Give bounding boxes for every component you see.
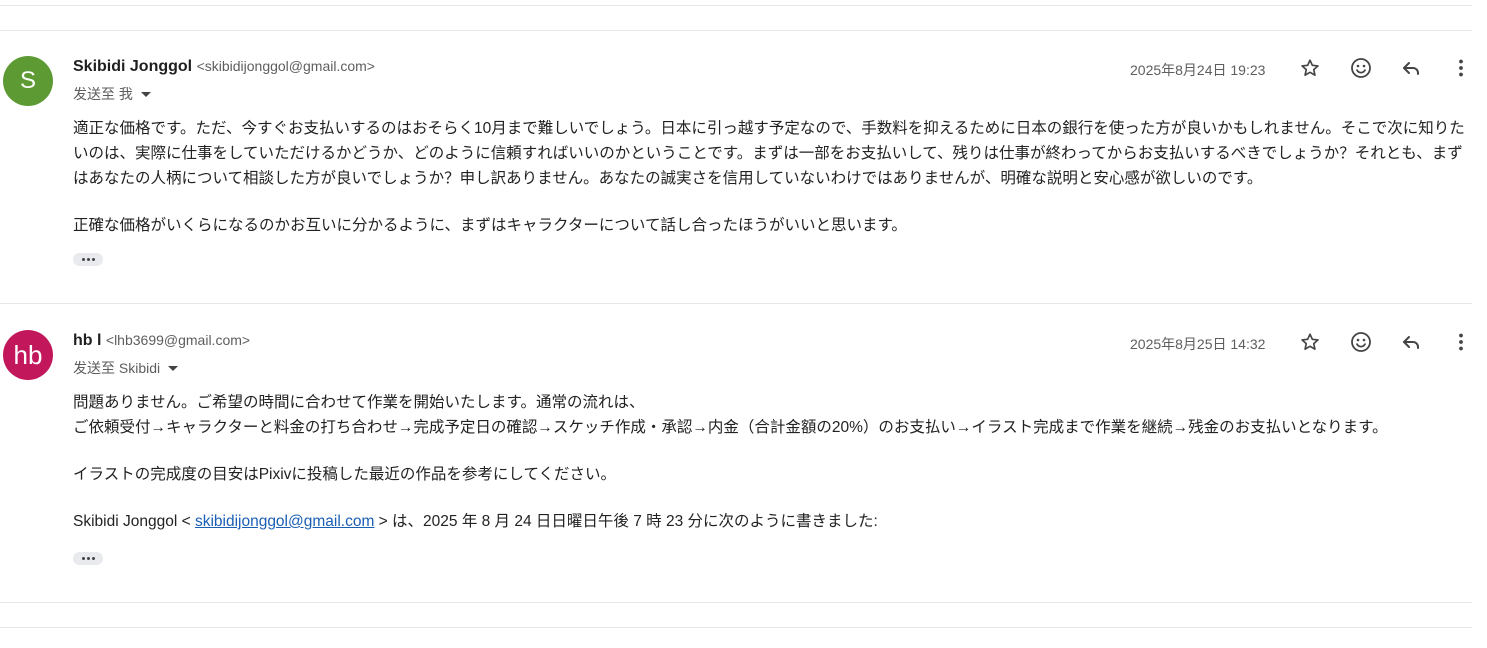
quote-suffix: > は、2025 年 8 月 24 日日曜日午後 7 時 23 分に次のように書… [374,513,878,530]
sender-email: <skibidijonggol@gmail.com> [196,58,375,74]
chevron-down-icon[interactable] [168,365,179,371]
recipient-dropdown[interactable]: 发送至 我 [73,84,151,104]
recipient-dropdown[interactable]: 发送至 Skibidi [73,358,179,378]
message-date: 2025年8月25日 14:32 [1130,336,1266,352]
body-line: 問題ありません。ご希望の時間に合わせて作業を開始いたします。通常の流れは、 [73,394,645,411]
divider [0,602,1472,603]
reply-icon[interactable] [1399,56,1423,80]
recipient-label: 发送至 我 [73,86,133,102]
sender-avatar[interactable]: S [3,56,53,106]
quoted-email-link[interactable]: skibidijonggol@gmail.com [195,513,374,530]
body-paragraph: イラストの完成度の目安はPixivに投稿した最近の作品を参考にしてください。 [73,466,616,483]
bottom-divider [0,627,1472,628]
body-paragraph: 適正な価格です。ただ、今すぐお支払いするのはおそらく10月まで難しいでしょう。日… [73,120,1465,187]
emoji-reaction-icon[interactable] [1349,56,1373,80]
star-icon[interactable] [1298,56,1322,80]
divider [0,30,1472,31]
more-vert-icon[interactable] [1449,56,1473,80]
show-trimmed-content-button[interactable] [73,253,103,266]
sender-name[interactable]: hb l [73,332,101,349]
show-trimmed-content-button[interactable] [73,552,103,565]
message-date: 2025年8月24日 19:23 [1130,62,1266,78]
sender-avatar[interactable]: hb [3,330,53,380]
body-paragraph: 正確な価格がいくらになるのかお互いに分かるように、まずはキャラクターについて話し… [73,217,907,234]
sender-line: Skibidi Jonggol <skibidijonggol@gmail.co… [73,58,375,76]
more-vert-icon[interactable] [1449,330,1473,354]
star-icon[interactable] [1298,330,1322,354]
quote-prefix: Skibidi Jonggol < [73,513,195,530]
recipient-label: 发送至 Skibidi [73,360,161,376]
message-body: 適正な価格です。ただ、今すぐお支払いするのはおそらく10月まで難しいでしょう。日… [73,116,1473,238]
reply-icon[interactable] [1399,330,1423,354]
divider [0,303,1472,304]
sender-line: hb l <lhb3699@gmail.com> [73,332,250,350]
sender-email: <lhb3699@gmail.com> [105,332,251,348]
sender-name[interactable]: Skibidi Jonggol [73,58,192,75]
quote-attribution: Skibidi Jonggol < skibidijonggol@gmail.c… [73,509,1473,534]
body-line: ご依頼受付→キャラクターと料金の打ち合わせ→完成予定日の確認→スケッチ作成・承認… [73,419,1388,436]
emoji-reaction-icon[interactable] [1349,330,1373,354]
top-divider [0,5,1472,6]
chevron-down-icon[interactable] [140,91,151,97]
message-body: 問題ありません。ご希望の時間に合わせて作業を開始いたします。通常の流れは、 ご依… [73,390,1473,534]
